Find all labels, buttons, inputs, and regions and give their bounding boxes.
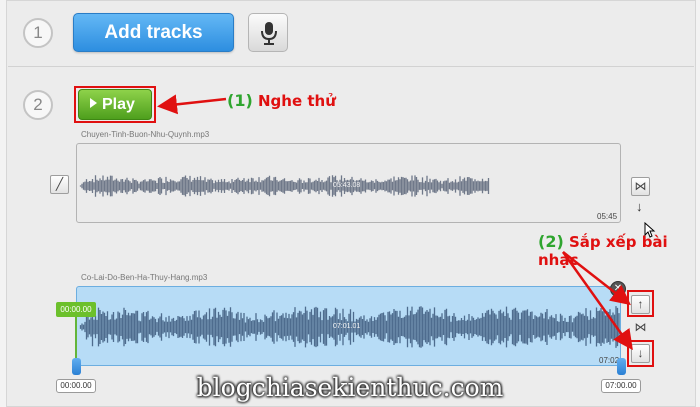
arrow-down-icon: ↓ (636, 199, 643, 214)
record-button[interactable] (248, 13, 288, 52)
track-end-time: 05:45 (597, 212, 618, 221)
move-down-button[interactable]: ↓ (636, 199, 643, 214)
step-number: 1 (23, 18, 53, 48)
separator (8, 66, 694, 67)
mouse-cursor-icon (644, 222, 656, 238)
swap-button[interactable]: ⋈ (631, 319, 650, 338)
track-waveform-selected[interactable]: 07:01.01 07:02 (76, 286, 621, 366)
close-icon[interactable]: ✕ (610, 281, 626, 297)
watermark: blogchiasekienthuc.com (196, 373, 504, 402)
track-center-time: 05:43.08 (333, 182, 361, 189)
selection-start-tag: 00:00.00 (56, 302, 96, 317)
track-filename: Chuyen-Tinh-Buon-Nhu-Quynh.mp3 (81, 130, 210, 139)
step-number: 2 (23, 90, 53, 120)
track-waveform[interactable]: 05:43.08 05:45 (76, 143, 621, 223)
microphone-icon (261, 22, 277, 45)
highlight-box (74, 86, 156, 123)
swap-button[interactable]: ⋈ (631, 177, 650, 196)
bowtie-icon: ⋈ (634, 320, 647, 334)
add-tracks-button[interactable]: Add tracks (73, 13, 234, 52)
pencil-icon: ╱ (55, 177, 64, 191)
highlight-box (627, 340, 654, 367)
bowtie-icon: ⋈ (634, 179, 647, 193)
annotation-1: (1) Nghe thử (227, 91, 336, 110)
edit-button[interactable]: ╱ (50, 175, 69, 194)
highlight-box (627, 290, 654, 317)
track-filename: Co-Lai-Do-Ben-Ha-Thuy-Hang.mp3 (81, 273, 208, 282)
track-center-time: 07:01.01 (333, 323, 361, 330)
annotation-2: (2) Sắp xếp bài nhạc (538, 232, 668, 269)
